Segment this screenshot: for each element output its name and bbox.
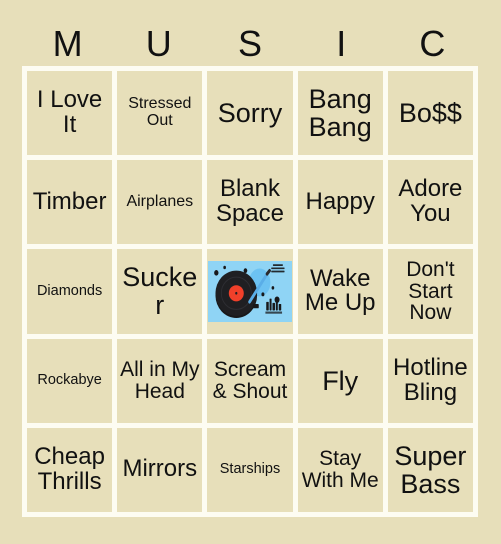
bingo-cell-r1-c4[interactable]: Adore You <box>387 160 473 245</box>
bingo-header: MUSIC <box>22 22 478 66</box>
bingo-cell-r2-c0[interactable]: Diamonds <box>27 249 113 334</box>
header-letter-2: S <box>238 23 263 64</box>
bingo-cell-label: Cheap Thrills <box>34 442 105 495</box>
bingo-cell-label: Blank Space <box>215 175 285 228</box>
bingo-cell-label: Adore You <box>398 175 463 228</box>
bingo-cell-label: Fly <box>322 365 359 396</box>
bingo-cell-r0-c2[interactable]: Sorry <box>207 71 293 156</box>
bingo-cell-label: Super Bass <box>394 440 467 499</box>
bingo-cell-label: Don't Start Now <box>406 257 455 325</box>
header-letter-1: U <box>145 23 172 64</box>
bingo-cell-r4-c1[interactable]: Mirrors <box>117 427 203 512</box>
bingo-grid: I Love It Stressed Out Sorry Bang Bang Bo$$ T… <box>22 66 478 517</box>
bingo-cell-label: Mirrors <box>122 455 198 483</box>
bingo-cell-label: Rockabye <box>37 372 102 389</box>
bingo-card: M U S I C I Love It Stressed Out Sorry Bang Ban… <box>0 0 501 544</box>
bingo-cell-r4-c2[interactable]: Starships <box>207 427 293 512</box>
bingo-cell-label: Sorry <box>217 98 283 129</box>
header-letter-4: C <box>419 23 446 64</box>
bingo-cell-r3-c3[interactable]: Fly <box>297 338 383 423</box>
header-letter-0: M <box>52 23 83 64</box>
bingo-cell-r2-c1[interactable]: Sucker <box>117 249 203 334</box>
bingo-cell-label: Hotline Bling <box>393 353 468 406</box>
bingo-cell-label: I Love It <box>36 86 103 139</box>
bingo-cell-r3-c4[interactable]: Hotline Bling <box>387 338 473 423</box>
bingo-cell-r1-c2[interactable]: Blank Space <box>207 160 293 245</box>
bingo-cell-label: Bo$$ <box>398 98 462 129</box>
bingo-cell-r1-c0[interactable]: Timber <box>27 160 113 245</box>
bingo-cell-label: Bang Bang <box>308 84 372 143</box>
record-player-icon <box>208 261 292 322</box>
bingo-cell-label: Starships <box>219 461 281 478</box>
bingo-cell-r1-c1[interactable]: Airplanes <box>117 160 203 245</box>
bingo-cell-r0-c3[interactable]: Bang Bang <box>297 71 383 156</box>
bingo-cell-r4-c0[interactable]: Cheap Thrills <box>27 427 113 512</box>
bingo-cell-r3-c0[interactable]: Rockabye <box>27 338 113 423</box>
bingo-cell-label: Wake Me Up <box>304 264 376 317</box>
bingo-cell-label: Stay With Me <box>301 447 379 492</box>
bingo-cell-r0-c4[interactable]: Bo$$ <box>387 71 473 156</box>
bingo-cell-label: Airplanes <box>126 192 194 210</box>
bingo-cell-label: Timber <box>32 187 107 215</box>
bingo-cell-label: Happy <box>305 187 375 215</box>
free-space-image <box>208 261 292 322</box>
bingo-cell-r4-c4[interactable]: Super Bass <box>387 427 473 512</box>
bingo-cell-r2-c3[interactable]: Wake Me Up <box>297 249 383 334</box>
bingo-cell-r1-c3[interactable]: Happy <box>297 160 383 245</box>
bingo-cell-label: Scream & Shout <box>212 357 288 403</box>
bingo-cell-free-space[interactable] <box>207 249 293 334</box>
bingo-cell-r3-c1[interactable]: All in My Head <box>117 338 203 423</box>
bingo-cell-label: All in My Head <box>120 357 200 403</box>
bingo-cell-label: Stressed Out <box>128 95 192 130</box>
bingo-cell-r4-c3[interactable]: Stay With Me <box>297 427 383 512</box>
bingo-cell-r0-c0[interactable]: I Love It <box>27 71 113 156</box>
bingo-cell-r2-c4[interactable]: Don't Start Now <box>387 249 473 334</box>
bingo-cell-label: Diamonds <box>36 282 103 299</box>
bingo-cell-r0-c1[interactable]: Stressed Out <box>117 71 203 156</box>
bingo-cell-r3-c2[interactable]: Scream & Shout <box>207 338 293 423</box>
header-letter-3: I <box>336 23 347 64</box>
bingo-cell-label: Sucker <box>122 262 198 321</box>
